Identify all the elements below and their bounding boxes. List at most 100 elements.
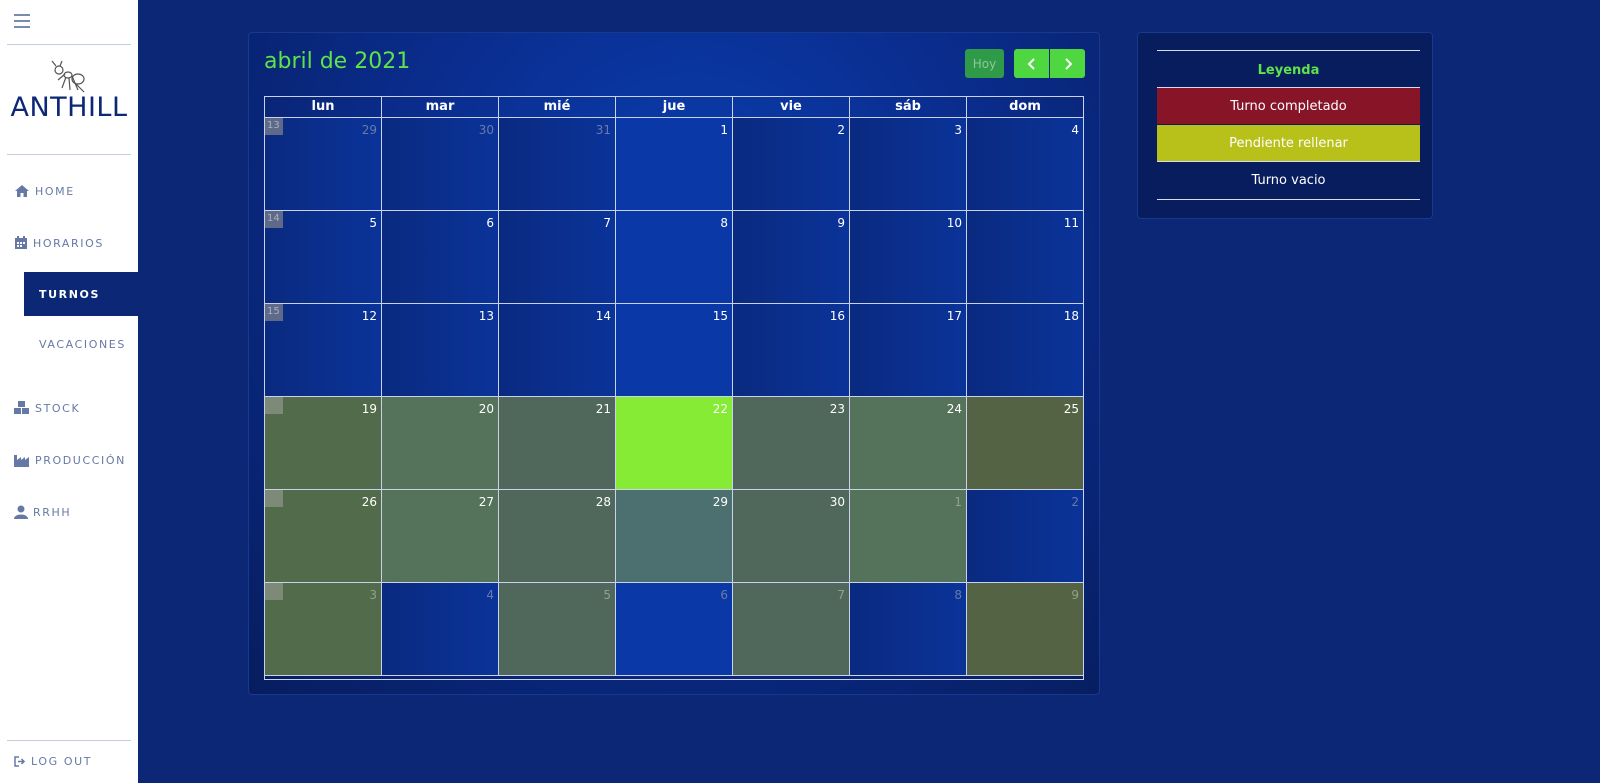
day-cell[interactable]: 4: [967, 118, 1083, 211]
weekday-label: lun: [265, 97, 382, 118]
day-cell[interactable]: 6: [616, 583, 733, 676]
day-cell[interactable]: 20: [382, 397, 499, 490]
nav-produccion-label: PRODUCCIÓN: [35, 453, 126, 467]
day-cell-today[interactable]: 22: [616, 397, 733, 490]
day-number: 4: [1071, 123, 1079, 137]
day-cell[interactable]: 10: [850, 211, 967, 304]
day-number: 6: [486, 216, 494, 230]
day-number: 24: [946, 402, 962, 416]
day-number: 1: [720, 123, 728, 137]
day-number: 30: [478, 123, 494, 137]
nav-vacaciones[interactable]: VACACIONES: [24, 322, 138, 366]
week-number: [265, 397, 283, 414]
day-cell[interactable]: 1: [616, 118, 733, 211]
day-cell[interactable]: 25: [967, 397, 1083, 490]
nav-stock-label: STOCK: [35, 401, 81, 415]
logout-label: LOG OUT: [31, 754, 93, 768]
calendar-week: 15 12 13 14 15 16 17 18: [265, 304, 1083, 397]
day-number: 26: [361, 495, 377, 509]
nav-stock[interactable]: STOCK: [14, 398, 80, 418]
day-number: 2: [837, 123, 845, 137]
day-cell[interactable]: 17: [850, 304, 967, 397]
nav-home[interactable]: HOME: [14, 181, 75, 201]
legend-title: Leyenda: [1257, 62, 1320, 78]
day-number: 7: [837, 588, 845, 602]
today-button[interactable]: Hoy: [965, 49, 1004, 78]
day-number: 6: [720, 588, 728, 602]
cubes-icon: [14, 401, 29, 414]
weekday-label: sáb: [850, 97, 967, 118]
weekday-label: mar: [382, 97, 499, 118]
nav-turnos[interactable]: TURNOS: [24, 272, 138, 316]
week-number: 15: [265, 304, 283, 321]
day-number: 3: [369, 588, 377, 602]
day-number: 2: [1071, 495, 1079, 509]
nav-produccion[interactable]: PRODUCCIÓN: [14, 450, 126, 470]
day-cell[interactable]: 28: [499, 490, 616, 583]
day-number: 10: [946, 216, 962, 230]
day-cell[interactable]: 15: [616, 304, 733, 397]
day-cell[interactable]: 29: [616, 490, 733, 583]
sign-out-icon: [14, 755, 26, 767]
day-cell[interactable]: 31: [499, 118, 616, 211]
divider: [1157, 199, 1420, 200]
day-cell[interactable]: 2: [733, 118, 850, 211]
day-cell[interactable]: 3: [850, 118, 967, 211]
day-number: 19: [361, 402, 377, 416]
day-cell[interactable]: 16: [733, 304, 850, 397]
nav-rrhh[interactable]: RRHH: [14, 502, 71, 522]
day-number: 5: [603, 588, 611, 602]
logo-text: ANTHILL: [10, 92, 128, 123]
day-cell[interactable]: 30: [733, 490, 850, 583]
day-number: 16: [829, 309, 845, 323]
week-number: 13: [265, 118, 283, 135]
day-cell[interactable]: 26: [265, 490, 382, 583]
day-cell[interactable]: 27: [382, 490, 499, 583]
day-cell[interactable]: 7: [733, 583, 850, 676]
day-cell[interactable]: 3: [265, 583, 382, 676]
logout-button[interactable]: LOG OUT: [14, 751, 92, 771]
nav-home-label: HOME: [35, 184, 75, 198]
day-cell[interactable]: 30: [382, 118, 499, 211]
day-cell[interactable]: 1: [850, 490, 967, 583]
day-cell[interactable]: 21: [499, 397, 616, 490]
factory-icon: [14, 455, 29, 467]
day-cell[interactable]: 9: [733, 211, 850, 304]
day-cell[interactable]: 6: [382, 211, 499, 304]
day-number: 29: [712, 495, 728, 509]
day-cell[interactable]: 8: [850, 583, 967, 676]
menu-icon[interactable]: [14, 14, 30, 28]
nav-horarios[interactable]: HORARIOS: [14, 233, 104, 253]
day-cell[interactable]: 9: [967, 583, 1083, 676]
legend-pending: Pendiente rellenar: [1157, 125, 1420, 161]
day-cell[interactable]: 14: [499, 304, 616, 397]
day-number: 23: [829, 402, 845, 416]
day-cell[interactable]: 15 12: [265, 304, 382, 397]
day-cell[interactable]: 18: [967, 304, 1083, 397]
day-number: 1: [954, 495, 962, 509]
day-number: 13: [478, 309, 494, 323]
legend-empty: Turno vacio: [1251, 172, 1326, 188]
day-cell[interactable]: 4: [382, 583, 499, 676]
day-number: 20: [478, 402, 494, 416]
calendar-week: 13 29 30 31 1 2 3 4: [265, 118, 1083, 211]
weekday-label: dom: [967, 97, 1083, 118]
day-cell[interactable]: 24: [850, 397, 967, 490]
day-number: 8: [954, 588, 962, 602]
next-month-button[interactable]: [1050, 49, 1085, 78]
day-number: 4: [486, 588, 494, 602]
day-cell[interactable]: 11: [967, 211, 1083, 304]
day-cell[interactable]: 13 29: [265, 118, 382, 211]
day-cell[interactable]: 23: [733, 397, 850, 490]
prev-month-button[interactable]: [1014, 49, 1049, 78]
day-cell[interactable]: 19: [265, 397, 382, 490]
day-cell[interactable]: 7: [499, 211, 616, 304]
day-cell[interactable]: 2: [967, 490, 1083, 583]
day-number: 7: [603, 216, 611, 230]
day-number: 5: [369, 216, 377, 230]
day-cell[interactable]: 8: [616, 211, 733, 304]
day-cell[interactable]: 5: [499, 583, 616, 676]
day-cell[interactable]: 13: [382, 304, 499, 397]
day-number: 22: [712, 402, 728, 416]
day-cell[interactable]: 14 5: [265, 211, 382, 304]
